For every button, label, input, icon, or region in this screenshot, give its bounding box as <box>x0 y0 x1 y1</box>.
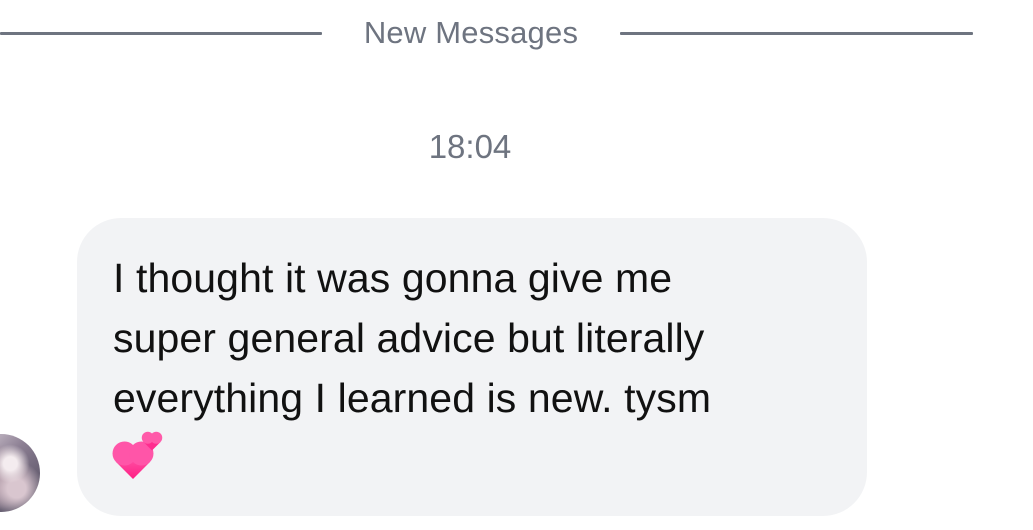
two-hearts-icon <box>113 432 163 482</box>
divider-line-left <box>0 32 322 35</box>
new-messages-label: New Messages <box>363 15 579 50</box>
message-bubble[interactable]: I thought it was gonna give me super gen… <box>77 218 867 516</box>
message-text: I thought it was gonna give me super gen… <box>113 255 712 421</box>
divider-line-right <box>620 32 973 35</box>
new-messages-divider: New Messages <box>0 12 975 56</box>
sender-avatar[interactable] <box>0 434 40 512</box>
message-timestamp: 18:04 <box>428 128 512 165</box>
